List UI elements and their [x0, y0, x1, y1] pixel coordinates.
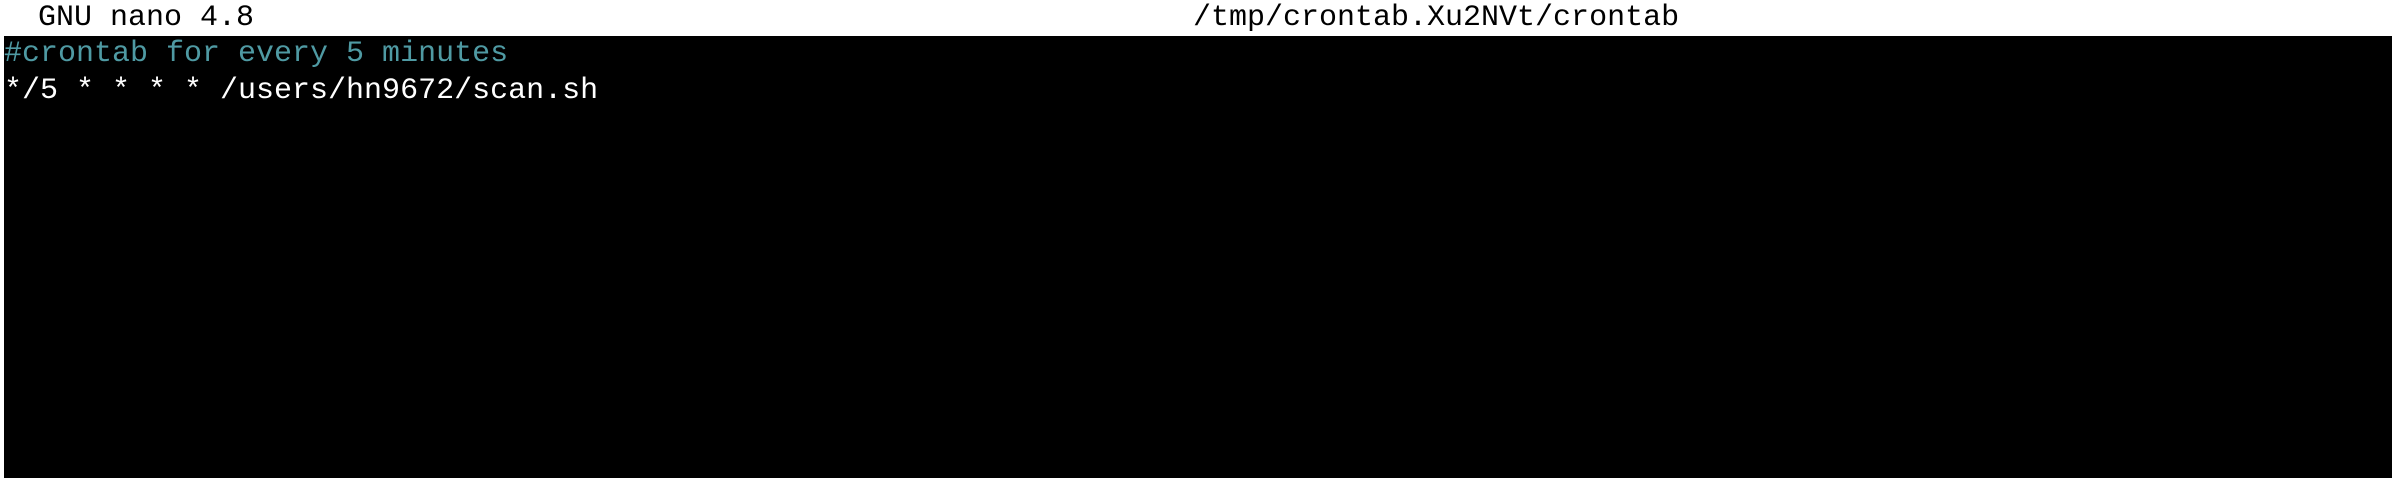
editor-line-cron-entry[interactable]: */5 * * * * /users/hn9672/scan.sh: [4, 73, 2392, 110]
app-version-label: GNU nano 4.8: [38, 1, 255, 35]
editor-line-comment[interactable]: #crontab for every 5 minutes: [4, 36, 2392, 73]
file-path-label: /tmp/crontab.Xu2NVt/crontab: [1193, 1, 1680, 35]
nano-title-bar: GNU nano 4.8 /tmp/crontab.Xu2NVt/crontab: [0, 0, 2392, 36]
nano-terminal-window: GNU nano 4.8 /tmp/crontab.Xu2NVt/crontab…: [0, 0, 2392, 478]
editor-text-area[interactable]: #crontab for every 5 minutes */5 * * * *…: [4, 36, 2392, 478]
